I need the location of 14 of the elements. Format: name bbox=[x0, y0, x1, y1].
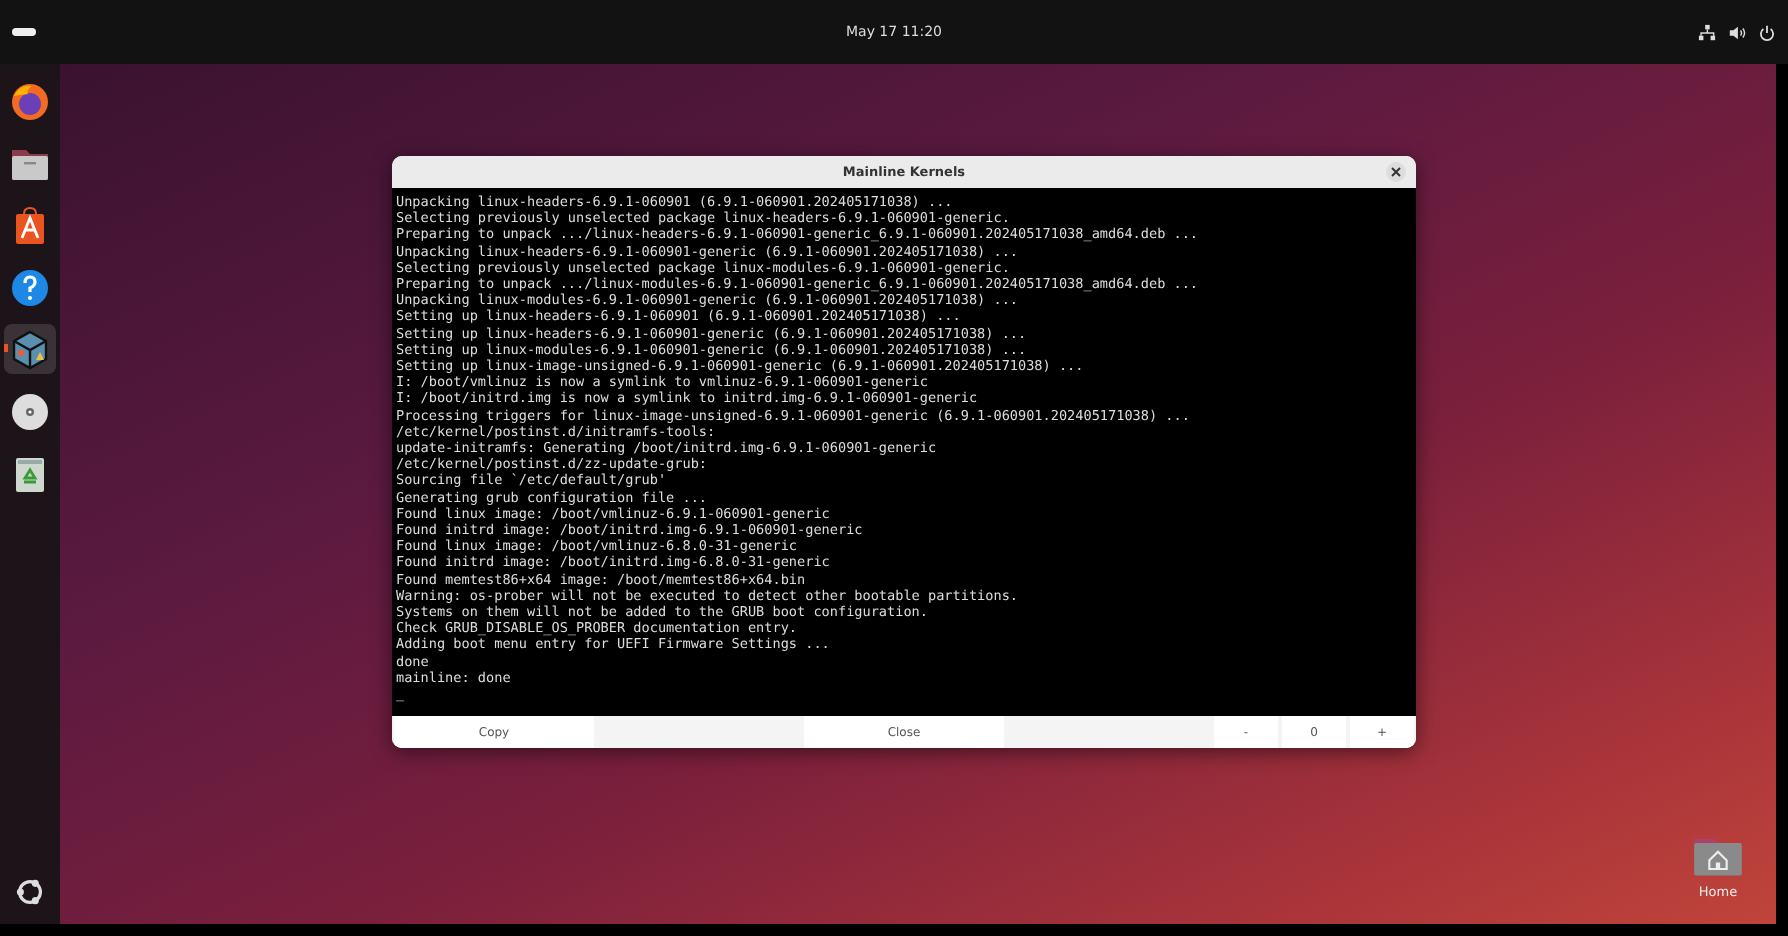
browser-icon[interactable] bbox=[10, 81, 50, 121]
power-icon[interactable] bbox=[1757, 23, 1776, 41]
cube-icon[interactable] bbox=[10, 329, 50, 369]
app-grid-icon[interactable] bbox=[14, 876, 46, 908]
close-icon[interactable] bbox=[1386, 162, 1406, 182]
running-indicator bbox=[4, 344, 8, 352]
shopping-bag-icon[interactable] bbox=[10, 205, 50, 245]
activities-indicator[interactable] bbox=[12, 28, 36, 36]
volume-icon[interactable] bbox=[1727, 23, 1746, 41]
trash-icon[interactable] bbox=[10, 453, 50, 493]
disc-icon[interactable] bbox=[10, 391, 50, 431]
network-icon[interactable] bbox=[1697, 23, 1716, 41]
home-folder-icon[interactable] bbox=[1692, 834, 1744, 878]
help-icon[interactable] bbox=[10, 267, 50, 307]
